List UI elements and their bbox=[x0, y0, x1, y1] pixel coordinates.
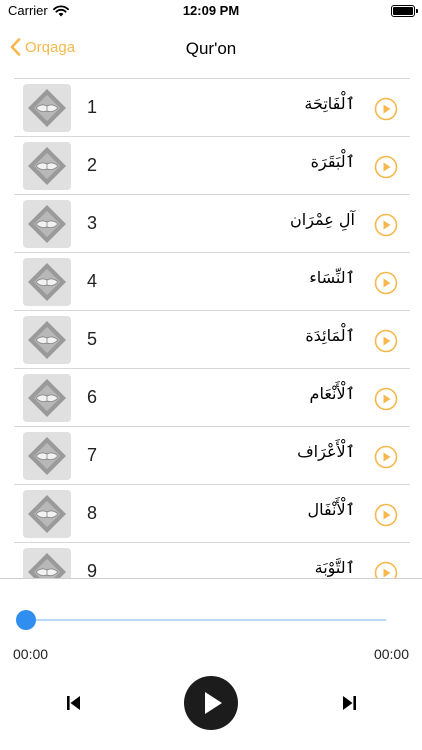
surah-name: ٱلْفَاتِحَة bbox=[304, 94, 355, 113]
quran-book-icon bbox=[23, 490, 71, 538]
page-title: Qur'on bbox=[185, 39, 237, 58]
slider-thumb[interactable] bbox=[16, 610, 36, 630]
play-circle-icon[interactable] bbox=[374, 97, 398, 121]
quran-book-icon bbox=[23, 374, 71, 422]
battery-fill bbox=[393, 7, 413, 15]
surah-number: 1 bbox=[87, 97, 98, 117]
battery-icon bbox=[391, 5, 418, 17]
skip-back-icon[interactable] bbox=[64, 693, 84, 713]
quran-book-icon bbox=[23, 548, 71, 578]
surah-number: 7 bbox=[87, 445, 98, 465]
surah-name: ٱلْبَقَرَة bbox=[310, 152, 355, 171]
surah-name: ٱلْأَنْفَال bbox=[307, 500, 355, 519]
surah-row[interactable]: 3 آلِ عِمْرَان bbox=[14, 195, 410, 253]
surah-row[interactable]: 6 ٱلْأَنْعَام bbox=[14, 369, 410, 427]
play-circle-icon[interactable] bbox=[374, 155, 398, 179]
surah-number: 2 bbox=[87, 155, 98, 175]
surah-row[interactable]: 1 ٱلْفَاتِحَة bbox=[14, 79, 410, 137]
surah-number: 4 bbox=[87, 271, 98, 291]
duration-time: 00:00 bbox=[373, 646, 409, 662]
play-circle-icon[interactable] bbox=[374, 213, 398, 237]
status-time: 12:09 PM bbox=[182, 3, 240, 18]
surah-name: آلِ عِمْرَان bbox=[290, 210, 355, 229]
current-time: 00:00 bbox=[13, 646, 49, 662]
skip-forward-icon[interactable] bbox=[339, 693, 359, 713]
surah-row[interactable]: 7 ٱلْأَعْرَاف bbox=[14, 427, 410, 485]
status-bar: Carrier 12:09 PM bbox=[0, 0, 422, 22]
surah-row[interactable]: 4 ٱلنِّسَاء bbox=[14, 253, 410, 311]
quran-book-icon bbox=[23, 316, 71, 364]
play-circle-icon[interactable] bbox=[374, 387, 398, 411]
surah-row[interactable]: 5 ٱلْمَائِدَة bbox=[14, 311, 410, 369]
surah-row[interactable]: 9 ٱلتَّوْبَة bbox=[14, 543, 410, 578]
surah-name: ٱلْأَعْرَاف bbox=[297, 442, 355, 461]
quran-book-icon bbox=[23, 432, 71, 480]
play-circle-icon[interactable] bbox=[374, 271, 398, 295]
progress-slider[interactable] bbox=[16, 609, 386, 631]
surah-list[interactable]: 1 ٱلْفَاتِحَة 2 ٱلْبَقَرَة 3 آلِ عِمْرَا… bbox=[14, 78, 410, 578]
quran-book-icon bbox=[23, 142, 71, 190]
play-circle-icon[interactable] bbox=[374, 503, 398, 527]
surah-number: 5 bbox=[87, 329, 98, 349]
surah-name: ٱلْمَائِدَة bbox=[305, 326, 355, 345]
surah-name: ٱلتَّوْبَة bbox=[314, 558, 355, 577]
play-icon bbox=[205, 692, 222, 714]
surah-name: ٱلنِّسَاء bbox=[309, 268, 355, 287]
quran-book-icon bbox=[23, 84, 71, 132]
audio-player: 00:00 00:00 bbox=[0, 578, 422, 750]
surah-number: 8 bbox=[87, 503, 98, 523]
quran-book-icon bbox=[23, 200, 71, 248]
surah-row[interactable]: 2 ٱلْبَقَرَة bbox=[14, 137, 410, 195]
quran-book-icon bbox=[23, 258, 71, 306]
surah-name: ٱلْأَنْعَام bbox=[309, 384, 355, 403]
navigation-bar: Orqaga Qur'on bbox=[0, 22, 422, 78]
surah-number: 6 bbox=[87, 387, 98, 407]
play-circle-icon[interactable] bbox=[374, 329, 398, 353]
play-circle-icon[interactable] bbox=[374, 561, 398, 578]
surah-number: 3 bbox=[87, 213, 98, 233]
play-button[interactable] bbox=[184, 676, 238, 730]
play-circle-icon[interactable] bbox=[374, 445, 398, 469]
surah-number: 9 bbox=[87, 561, 98, 578]
surah-row[interactable]: 8 ٱلْأَنْفَال bbox=[14, 485, 410, 543]
slider-track bbox=[26, 619, 386, 621]
